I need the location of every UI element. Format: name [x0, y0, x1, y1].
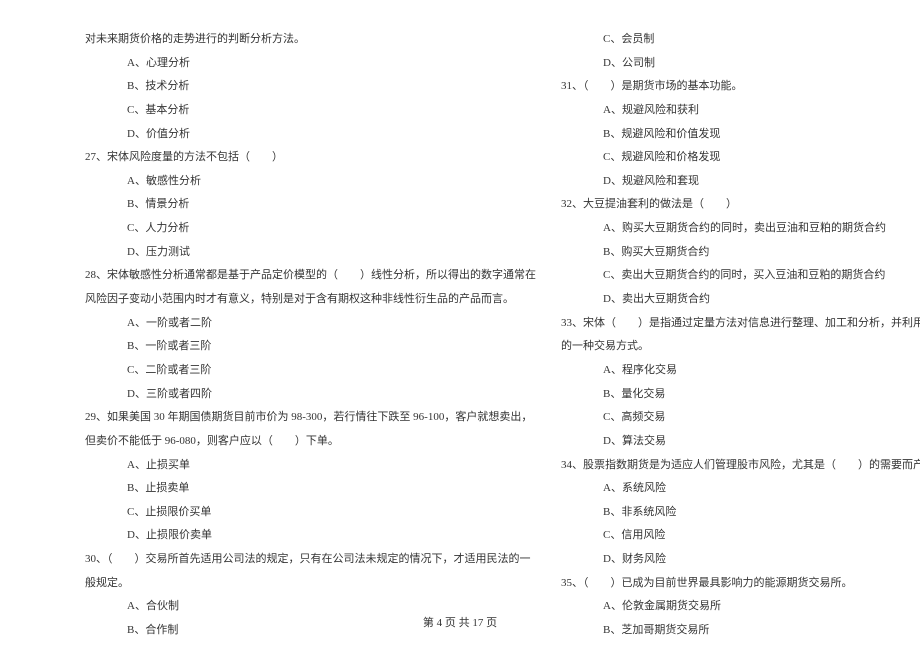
answer-option: C、高频交易 — [561, 406, 920, 430]
answer-option: A、敏感性分析 — [85, 170, 536, 194]
document-content: 对未来期货价格的走势进行的判断分析方法。A、心理分析B、技术分析C、基本分析D、… — [0, 0, 920, 643]
question-line: 28、宋体敏感性分析通常都是基于产品定价模型的（ ）线性分析，所以得出的数字通常… — [85, 264, 536, 288]
answer-option: B、购买大豆期货合约 — [561, 241, 920, 265]
answer-option: B、量化交易 — [561, 383, 920, 407]
answer-option: D、止损限价卖单 — [85, 524, 536, 548]
answer-option: B、非系统风险 — [561, 501, 920, 525]
answer-option: A、止损买单 — [85, 454, 536, 478]
answer-option: C、二阶或者三阶 — [85, 359, 536, 383]
answer-option: A、程序化交易 — [561, 359, 920, 383]
answer-option: D、规避风险和套现 — [561, 170, 920, 194]
answer-option: C、止损限价买单 — [85, 501, 536, 525]
question-line: 35、（ ）已成为目前世界最具影响力的能源期货交易所。 — [561, 572, 920, 596]
answer-option: A、一阶或者二阶 — [85, 312, 536, 336]
answer-option: B、技术分析 — [85, 75, 536, 99]
question-line: 的一种交易方式。 — [561, 335, 920, 359]
question-line: 但卖价不能低于 96-080，则客户应以（ ）下单。 — [85, 430, 536, 454]
answer-option: A、购买大豆期货合约的同时，卖出豆油和豆粕的期货合约 — [561, 217, 920, 241]
right-column: C、会员制D、公司制31、（ ）是期货市场的基本功能。A、规避风险和获利B、规避… — [561, 28, 920, 643]
question-line: 34、股票指数期货是为适应人们管理股市风险，尤其是（ ）的需要而产生的。 — [561, 454, 920, 478]
answer-option: A、规避风险和获利 — [561, 99, 920, 123]
answer-option: D、财务风险 — [561, 548, 920, 572]
answer-option: D、算法交易 — [561, 430, 920, 454]
answer-option: C、卖出大豆期货合约的同时，买入豆油和豆粕的期货合约 — [561, 264, 920, 288]
answer-option: D、卖出大豆期货合约 — [561, 288, 920, 312]
question-line: 对未来期货价格的走势进行的判断分析方法。 — [85, 28, 536, 52]
question-line: 32、大豆提油套利的做法是（ ） — [561, 193, 920, 217]
question-line: 33、宋体（ ）是指通过定量方法对信息进行整理、加工和分析，并利用分析结果进行投… — [561, 312, 920, 336]
answer-option: D、压力测试 — [85, 241, 536, 265]
answer-option: C、信用风险 — [561, 524, 920, 548]
left-column: 对未来期货价格的走势进行的判断分析方法。A、心理分析B、技术分析C、基本分析D、… — [85, 28, 561, 643]
question-line: 风险因子变动小范围内时才有意义，特别是对于含有期权这种非线性衍生品的产品而言。 — [85, 288, 536, 312]
answer-option: D、公司制 — [561, 52, 920, 76]
question-line: 31、（ ）是期货市场的基本功能。 — [561, 75, 920, 99]
answer-option: C、人力分析 — [85, 217, 536, 241]
page-footer: 第 4 页 共 17 页 — [0, 614, 920, 630]
answer-option: B、一阶或者三阶 — [85, 335, 536, 359]
answer-option: B、止损卖单 — [85, 477, 536, 501]
answer-option: C、会员制 — [561, 28, 920, 52]
question-line: 29、如果美国 30 年期国债期货目前市价为 98-300，若行情往下跌至 96… — [85, 406, 536, 430]
question-line: 般规定。 — [85, 572, 536, 596]
answer-option: A、系统风险 — [561, 477, 920, 501]
question-line: 30、（ ）交易所首先适用公司法的规定，只有在公司法未规定的情况下，才适用民法的… — [85, 548, 536, 572]
answer-option: D、价值分析 — [85, 123, 536, 147]
answer-option: B、情景分析 — [85, 193, 536, 217]
answer-option: D、三阶或者四阶 — [85, 383, 536, 407]
question-line: 27、宋体风险度量的方法不包括（ ） — [85, 146, 536, 170]
answer-option: A、心理分析 — [85, 52, 536, 76]
answer-option: C、基本分析 — [85, 99, 536, 123]
answer-option: B、规避风险和价值发现 — [561, 123, 920, 147]
answer-option: C、规避风险和价格发现 — [561, 146, 920, 170]
